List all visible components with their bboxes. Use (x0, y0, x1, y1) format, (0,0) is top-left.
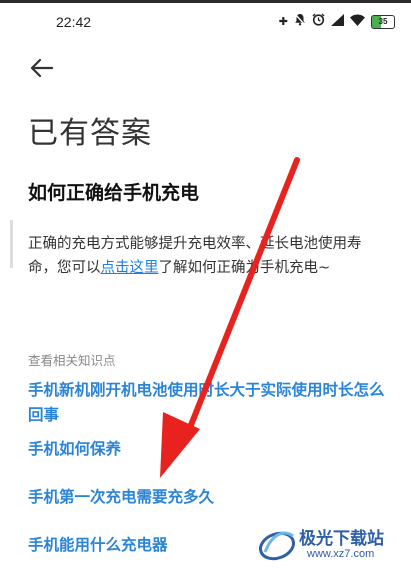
watermark-url: www.xz7.com (307, 548, 375, 560)
related-item-new-phone-battery[interactable]: 手机新机刚开机电池使用时长大于实际使用时长怎么回事 (28, 378, 393, 428)
status-icons: ✚ 35 (279, 13, 395, 30)
alarm-icon (312, 13, 325, 30)
answer-link[interactable]: 点击这里 (101, 260, 159, 276)
logo-icon (259, 531, 295, 561)
top-edge (0, 0, 411, 3)
wifi-icon (350, 14, 365, 30)
watermark: 极光下载站 www.xz7.com (255, 520, 405, 570)
signal-icon (331, 13, 344, 30)
plus-icon: ✚ (278, 14, 288, 28)
arrow-left-icon (30, 58, 54, 78)
related-item-first-charge[interactable]: 手机第一次充电需要充多久 (28, 485, 393, 510)
battery-level: 35 (378, 17, 388, 26)
back-button[interactable] (28, 52, 58, 82)
related-heading: 查看相关知识点 (28, 353, 116, 368)
related-item-phone-maintenance[interactable]: 手机如何保养 (28, 437, 393, 462)
battery-icon: 35 (371, 14, 395, 29)
answer-divider (10, 220, 13, 268)
watermark-name: 极光下载站 (299, 529, 384, 549)
status-bar: 22:42 ✚ 35 (0, 10, 411, 40)
status-time: 22:42 (56, 14, 92, 30)
answer-text: 正确的充电方式能够提升充电效率、延长电池使用寿命，您可以点击这里了解如何正确为手… (28, 232, 390, 280)
question-title: 如何正确给手机充电 (28, 182, 200, 204)
bell-off-icon (294, 13, 306, 30)
answer-text-after: 了解如何正确为手机充电~ (158, 260, 331, 276)
page-title: 已有答案 (28, 116, 152, 151)
